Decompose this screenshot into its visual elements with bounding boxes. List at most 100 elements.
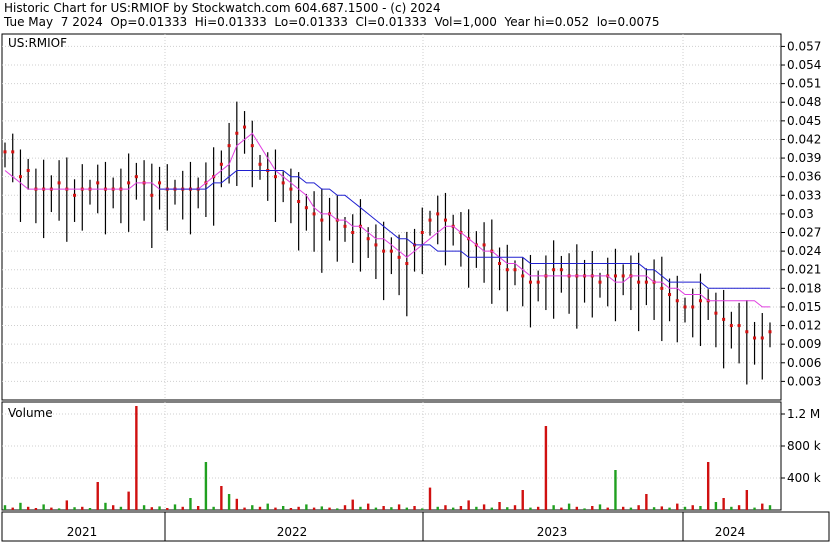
- volume-bar: [475, 506, 478, 510]
- volume-bar: [506, 507, 509, 510]
- close-point: [374, 243, 378, 247]
- close-point: [637, 280, 641, 284]
- close-point: [737, 324, 741, 328]
- close-point: [745, 330, 749, 334]
- volume-bar: [111, 505, 115, 510]
- close-point: [127, 181, 131, 185]
- volume-panel-title: Volume: [8, 406, 53, 420]
- price-tick-label: 0.057: [787, 39, 821, 53]
- volume-bar: [691, 505, 694, 510]
- volume-bar: [768, 505, 772, 510]
- volume-bar: [374, 507, 378, 510]
- volume-bar: [598, 504, 602, 510]
- close-point: [536, 280, 540, 284]
- volume-bar: [683, 506, 687, 510]
- volume-bar: [212, 506, 215, 510]
- volume-bar: [328, 507, 331, 510]
- volume-bar: [413, 506, 416, 510]
- close-point: [498, 262, 502, 266]
- price-tick-label: 0.054: [787, 58, 821, 72]
- volume-bar: [135, 406, 138, 510]
- volume-bar: [482, 504, 486, 510]
- volume-bar: [753, 507, 756, 510]
- volume-bar: [42, 504, 45, 510]
- volume-bar: [676, 503, 679, 510]
- volume-bar: [142, 505, 146, 510]
- close-point: [227, 144, 231, 148]
- volume-bar: [583, 508, 586, 510]
- price-tick-label: 0.006: [787, 356, 821, 370]
- volume-bar: [65, 500, 69, 510]
- price-tick-label: 0.048: [787, 95, 821, 109]
- volume-bar: [312, 507, 316, 510]
- volume-bar: [529, 507, 532, 510]
- close-point: [405, 262, 409, 266]
- x-tick-label: 2024: [715, 525, 746, 539]
- close-point: [320, 218, 324, 222]
- volume-bar: [127, 491, 130, 510]
- x-tick-label: 2022: [277, 525, 308, 539]
- close-point: [150, 193, 154, 197]
- volume-bar: [57, 508, 61, 510]
- volume-bar: [637, 505, 640, 510]
- volume-bar: [11, 507, 14, 510]
- volume-bar: [243, 507, 246, 510]
- close-point: [219, 162, 223, 166]
- price-tick-label: 0.042: [787, 132, 821, 146]
- volume-bar: [104, 502, 107, 510]
- close-point: [443, 218, 447, 222]
- close-point: [528, 280, 532, 284]
- close-point: [281, 181, 285, 185]
- volume-bar: [289, 508, 293, 510]
- price-tick-label: 0.024: [787, 244, 821, 258]
- volume-bar: [158, 506, 161, 510]
- volume-bar: [444, 505, 447, 510]
- close-point: [366, 237, 370, 241]
- close-point: [760, 336, 764, 340]
- volume-bar: [173, 504, 177, 510]
- volume-bar: [405, 507, 409, 510]
- close-point: [482, 243, 486, 247]
- close-point: [134, 175, 138, 179]
- volume-bar: [629, 507, 633, 510]
- close-point: [382, 249, 386, 253]
- volume-bar: [382, 506, 385, 510]
- x-tick-label: 2021: [67, 525, 98, 539]
- stock-chart: 0.057 0.054 0.051 0.048 0.045 0.042 0.039 0.036…: [1, 33, 830, 542]
- volume-bar: [544, 426, 548, 510]
- close-point: [644, 280, 648, 284]
- close-point: [660, 286, 664, 290]
- close-point: [235, 131, 239, 135]
- volume-bar: [189, 498, 192, 510]
- volume-bar: [761, 503, 764, 510]
- volume-bar: [88, 508, 92, 510]
- close-point: [73, 193, 77, 197]
- volume-bar: [575, 506, 579, 510]
- close-point: [698, 299, 702, 303]
- volume-bar: [96, 482, 99, 510]
- volume-bar: [730, 506, 733, 510]
- close-point: [598, 280, 602, 284]
- volume-bar: [73, 507, 76, 510]
- close-point: [3, 150, 7, 154]
- volume-bar: [560, 507, 563, 510]
- volume-bar: [181, 506, 184, 510]
- close-point: [691, 305, 695, 309]
- volume-bar: [591, 506, 594, 510]
- close-point: [343, 224, 347, 228]
- volume-tick-label: 400 k: [787, 471, 821, 485]
- volume-bar: [119, 506, 123, 510]
- close-point: [621, 274, 625, 278]
- volume-bar: [660, 506, 664, 510]
- volume-bar: [166, 508, 169, 510]
- volume-bar: [706, 462, 710, 510]
- volume-bar: [745, 490, 749, 510]
- volume-bar: [81, 506, 84, 510]
- close-point: [668, 293, 672, 297]
- volume-bar: [19, 502, 22, 510]
- volume-bar: [305, 504, 308, 510]
- close-point: [304, 206, 308, 210]
- price-tick-label: 0.012: [787, 319, 821, 333]
- volume-bar: [274, 507, 277, 510]
- close-point: [729, 324, 733, 328]
